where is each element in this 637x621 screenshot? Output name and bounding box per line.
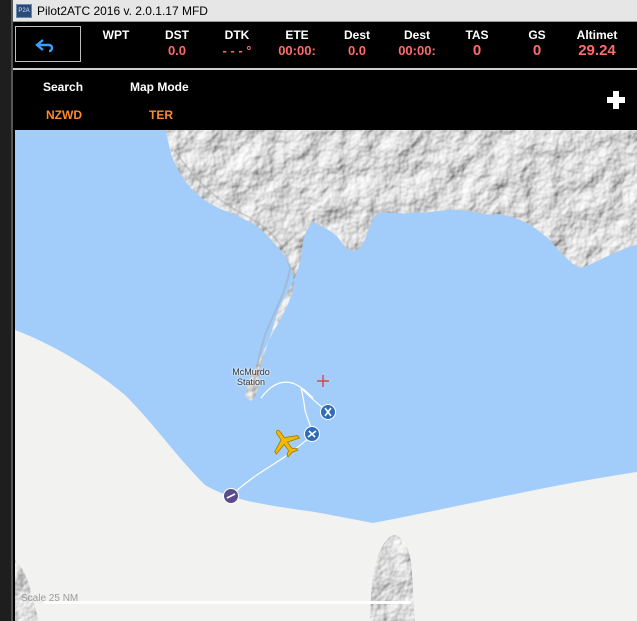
station-name-line2: Station (236, 377, 266, 387)
instrument-value: 29.24 (578, 42, 616, 59)
back-button[interactable] (15, 26, 81, 62)
origin-waypoint-icon[interactable] (223, 488, 239, 504)
search-value[interactable]: NZWD (46, 108, 82, 122)
map-mode-value[interactable]: TER (149, 108, 173, 122)
back-arrow-icon (35, 39, 54, 53)
title-bar[interactable]: P2A Pilot2ATC 2016 v. 2.0.1.17 MFD (13, 0, 637, 22)
aircraft-icon (274, 429, 300, 458)
scale-bar (43, 601, 411, 604)
plus-icon[interactable] (607, 91, 625, 109)
instrument-bar: WPT DST 0.0 DTK - - - ° ETE 00:00: Dest … (13, 22, 637, 70)
map-mode-button[interactable]: Map Mode (130, 80, 189, 94)
instrument-wpt: WPT (81, 28, 151, 43)
window-title: Pilot2ATC 2016 v. 2.0.1.17 MFD (37, 4, 208, 18)
northern-terrain (165, 130, 637, 401)
crosshair-icon (317, 375, 329, 387)
waypoint-icon[interactable] (320, 404, 336, 420)
instrument-altimeter: Altimet 29.24 (562, 28, 632, 59)
station-name-line1: McMurdo (232, 367, 270, 377)
southern-land (15, 330, 637, 621)
app-logo-icon: P2A (16, 4, 32, 18)
waypoint-icon[interactable] (304, 426, 320, 442)
mfd-window: P2A Pilot2ATC 2016 v. 2.0.1.17 MFD WPT D… (11, 0, 637, 621)
search-button[interactable]: Search (43, 80, 83, 94)
control-bar: Search NZWD Map Mode TER (13, 70, 637, 130)
station-label: McMurdo Station (225, 367, 277, 387)
terrain-map[interactable]: McMurdo Station Scale 25 NM (15, 130, 637, 621)
instrument-label: Altimet (576, 28, 618, 42)
instrument-label: WPT (102, 28, 130, 42)
